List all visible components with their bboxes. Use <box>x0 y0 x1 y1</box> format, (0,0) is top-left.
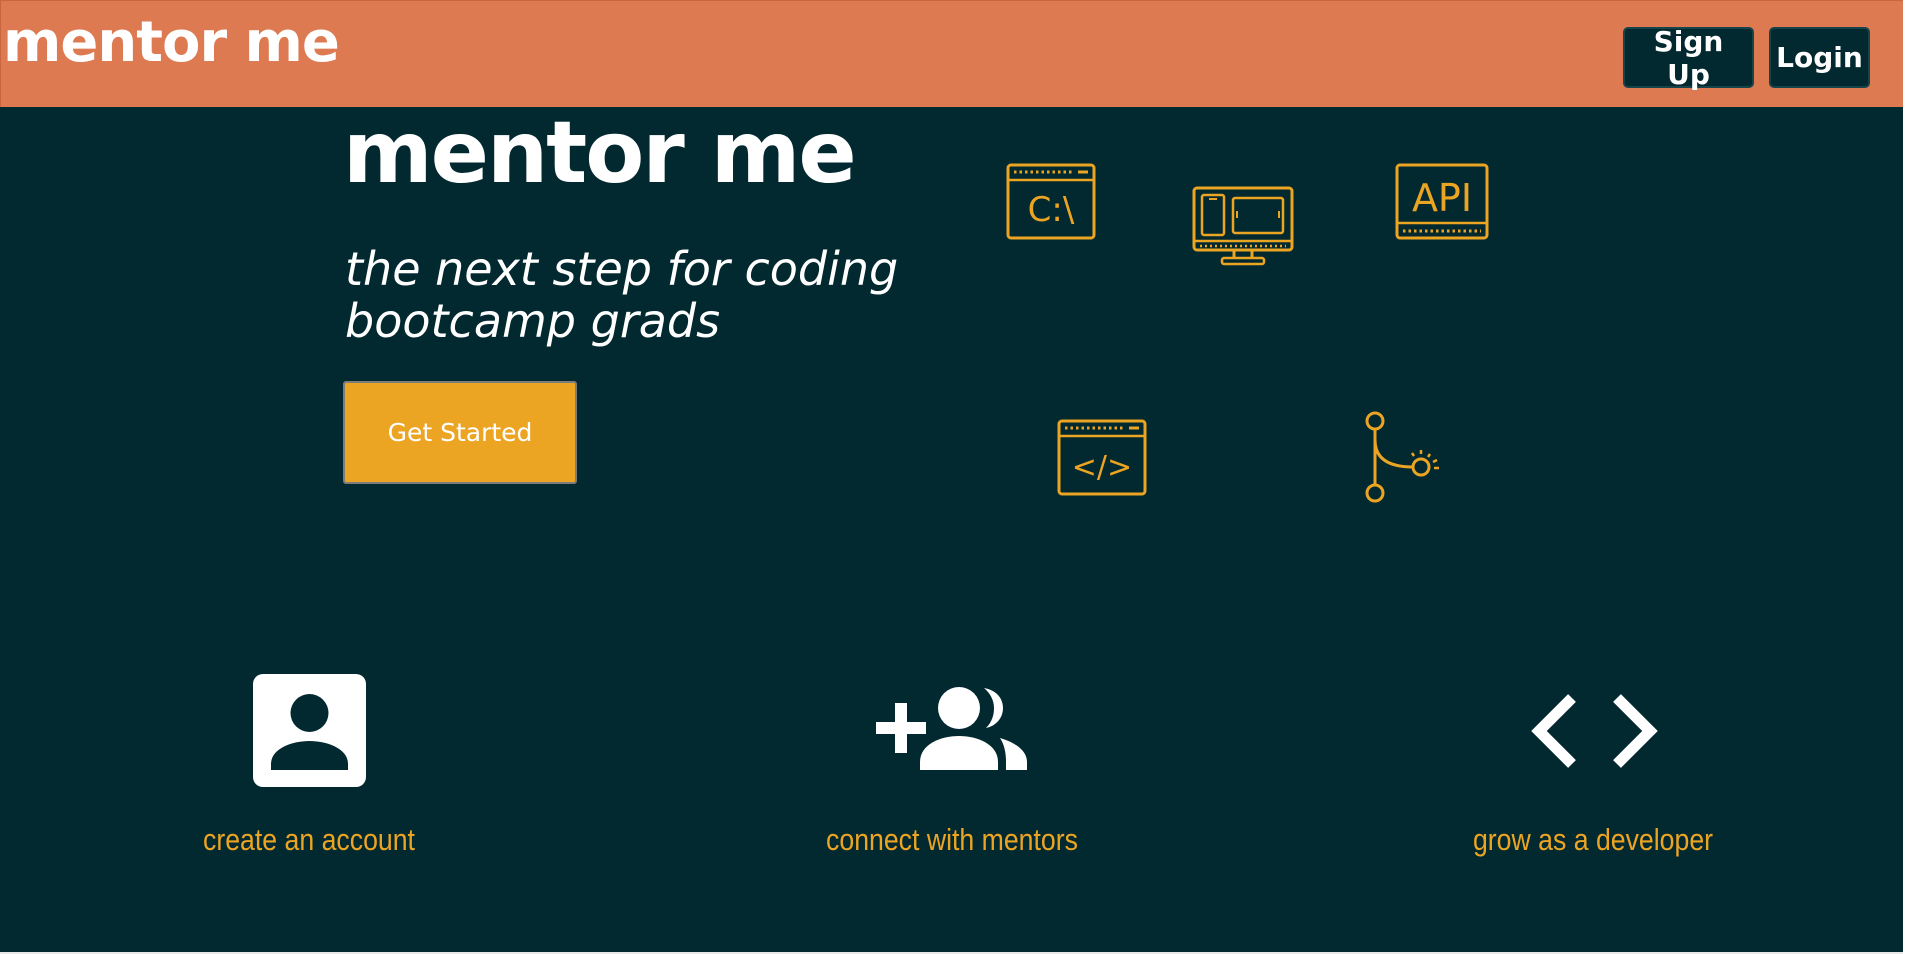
code-window-icon: </> <box>1057 419 1147 496</box>
code-brackets-icon <box>1531 694 1658 768</box>
api-icon: API <box>1395 163 1489 240</box>
tagline-line-1: the next step for coding <box>345 242 899 296</box>
feature-label-connect-mentors: connect with mentors <box>826 822 1078 857</box>
login-button[interactable]: Login <box>1769 27 1870 88</box>
navbar: mentor me Sign Up Login <box>0 0 1903 107</box>
get-started-button[interactable]: Get Started <box>343 381 577 484</box>
responsive-devices-icon <box>1192 186 1294 266</box>
terminal-icon-text: C:\ <box>1028 190 1075 230</box>
sign-up-button[interactable]: Sign Up <box>1623 25 1754 91</box>
api-icon-text: API <box>1412 176 1472 220</box>
feature-label-create-account: create an account <box>203 822 415 857</box>
code-window-icon-text: </> <box>1072 450 1132 485</box>
nav-brand-logo[interactable]: mentor me <box>3 15 340 71</box>
page: mentor me Sign Up Login mentor me the ne… <box>0 0 1907 954</box>
terminal-icon: C:\ <box>1006 163 1096 240</box>
right-edge <box>1903 0 1907 954</box>
tagline-line-2: bootcamp grads <box>345 294 721 348</box>
hero-tagline: the next step for coding bootcamp grads <box>345 243 905 347</box>
feature-label-grow-developer: grow as a developer <box>1472 822 1714 857</box>
git-branch-icon <box>1365 411 1439 503</box>
account-box-icon <box>253 674 366 787</box>
hero-title: mentor me <box>343 103 857 203</box>
add-group-icon <box>876 687 1027 770</box>
